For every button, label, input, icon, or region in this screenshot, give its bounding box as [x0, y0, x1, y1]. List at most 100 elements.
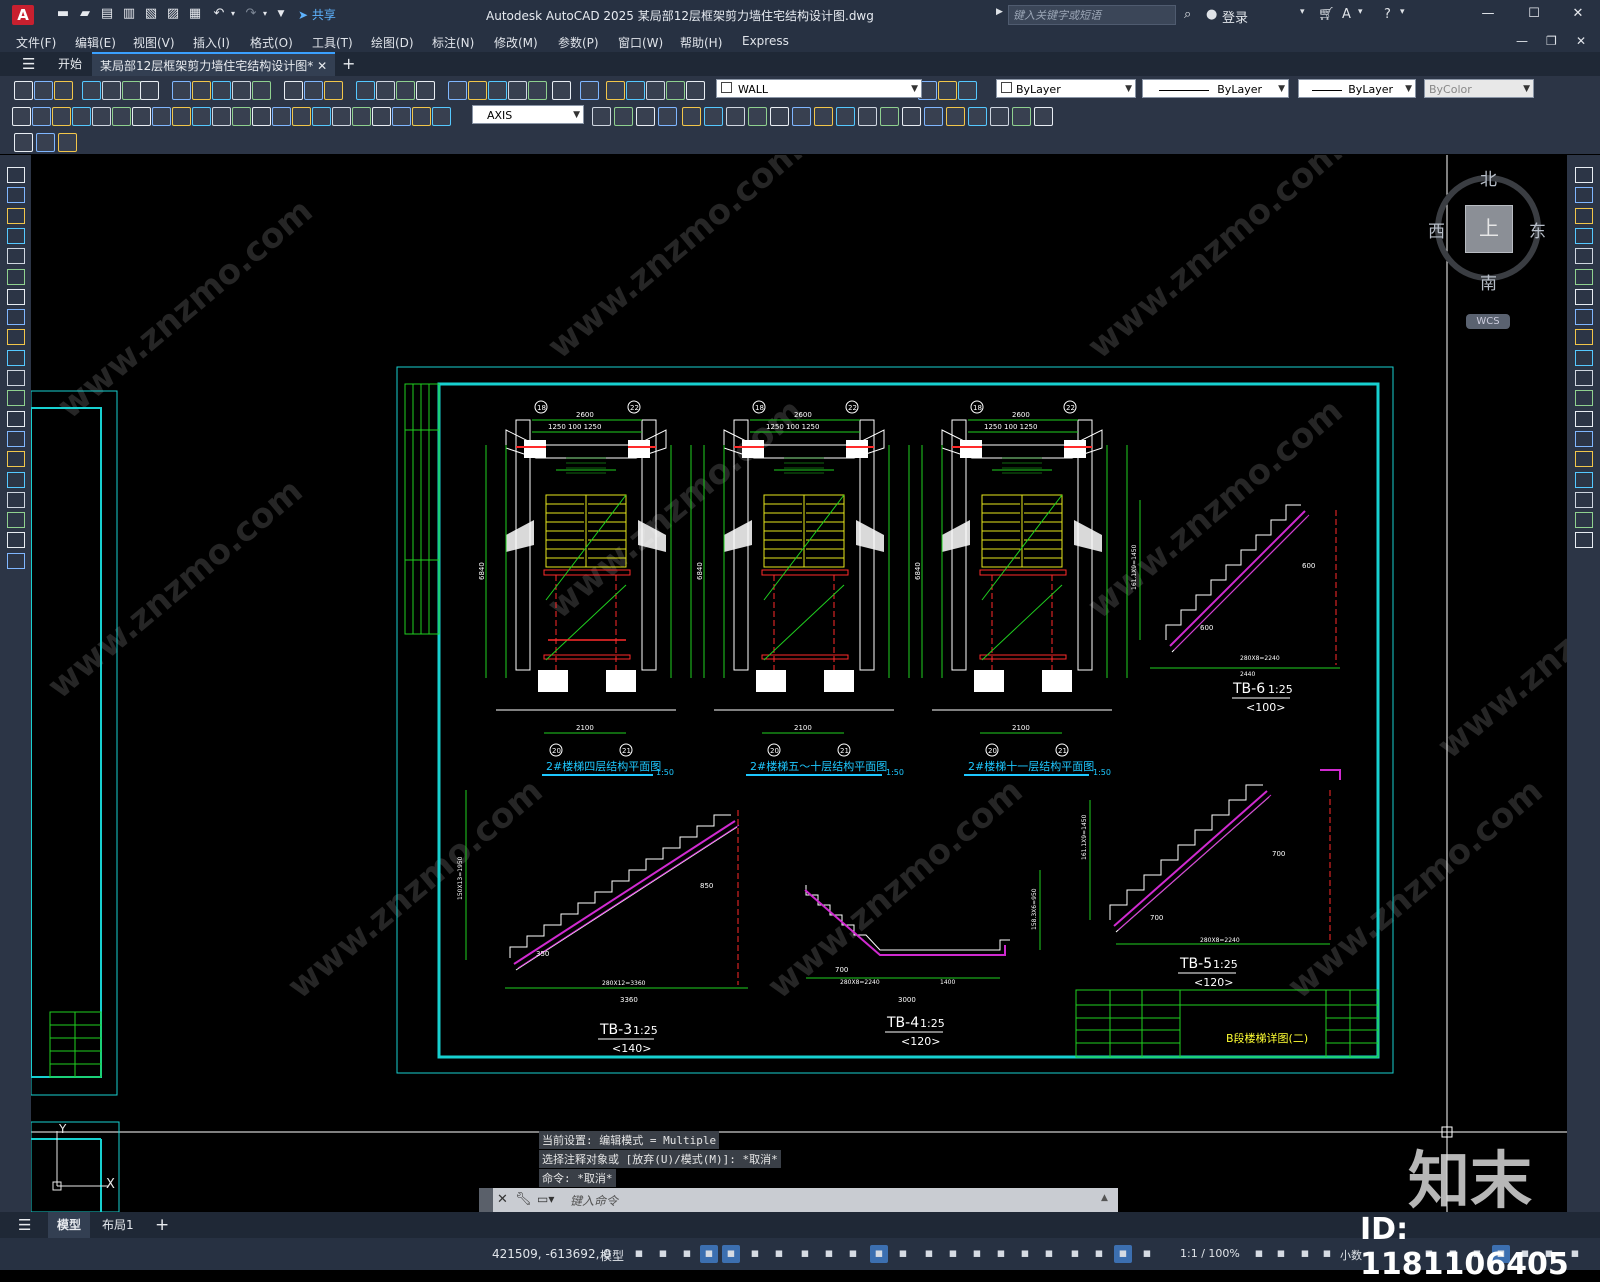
command-grip[interactable]	[479, 1188, 493, 1212]
new-file-icon[interactable]: ▬	[56, 7, 70, 21]
doc-close-icon[interactable]: ✕	[1576, 34, 1586, 48]
dimension-tool-5-icon[interactable]	[92, 107, 111, 126]
app-dropdown-icon[interactable]: ▾	[1358, 7, 1363, 17]
draw-tool-12-icon[interactable]	[7, 390, 25, 407]
standard-tool-16-icon[interactable]	[356, 81, 375, 100]
standard-tool-19-icon[interactable]	[416, 81, 435, 100]
dimension-tool-35-icon[interactable]	[858, 107, 877, 126]
dimension-tool-27-icon[interactable]	[682, 107, 701, 126]
draw-tool-15-icon[interactable]	[7, 451, 25, 468]
status-toggle-9-icon[interactable]: ▪	[820, 1245, 838, 1263]
status-toggle-8-icon[interactable]: ▪	[796, 1245, 814, 1263]
linetype-dropdown[interactable]: ByLayer ▼	[1142, 79, 1289, 98]
standard-tool-6-icon[interactable]	[122, 81, 141, 100]
model-space-button[interactable]: 模型	[600, 1247, 624, 1264]
search-input[interactable]: 键入关键字或短语	[1008, 5, 1176, 25]
dimension-tool-11-icon[interactable]	[212, 107, 231, 126]
autodesk-app-icon[interactable]: A	[1342, 7, 1351, 22]
standard-tool-11-icon[interactable]	[232, 81, 251, 100]
dimension-tool-12-icon[interactable]	[232, 107, 251, 126]
draw-tool-13-icon[interactable]	[7, 410, 25, 427]
modify-tool-11-icon[interactable]	[1575, 370, 1593, 386]
standard-tool-18-icon[interactable]	[396, 81, 415, 100]
help-icon[interactable]: ?	[1384, 7, 1391, 22]
menu-insert[interactable]: 插入(I)	[193, 34, 230, 51]
dimension-tool-18-icon[interactable]	[352, 107, 371, 126]
status-toggle-15-icon[interactable]: ▪	[968, 1245, 986, 1263]
menu-express[interactable]: Express	[742, 34, 789, 48]
menu-window[interactable]: 窗口(W)	[618, 34, 663, 51]
standard-tool-10-icon[interactable]	[212, 81, 231, 100]
status-toggle-5-icon[interactable]: ▪	[722, 1245, 740, 1263]
dimension-tool-40-icon[interactable]	[968, 107, 987, 126]
menu-dimension[interactable]: 标注(N)	[432, 34, 474, 51]
dimension-tool-37-icon[interactable]	[902, 107, 921, 126]
drawing-canvas[interactable]: www.znzmo.com www.znzmo.com www.znzmo.com w…	[31, 155, 1567, 1218]
doc-restore-icon[interactable]: ❐	[1546, 34, 1557, 48]
annotation-scale[interactable]: 1:1 / 100%	[1180, 1247, 1240, 1260]
draw-tool-1-icon[interactable]	[7, 167, 25, 183]
standard-tool-33-icon[interactable]	[938, 81, 957, 100]
redo-dropdown-icon[interactable]: ▾	[258, 7, 272, 21]
doc-minimize-icon[interactable]: —	[1516, 34, 1528, 48]
standard-tool-13-icon[interactable]	[284, 81, 303, 100]
modify-tool-15-icon[interactable]	[1575, 451, 1593, 468]
standard-tool-24-icon[interactable]	[528, 81, 547, 100]
modify-tool-2-icon[interactable]	[1575, 187, 1593, 204]
dimension-tool-19-icon[interactable]	[372, 107, 391, 126]
dimension-tool-22-icon[interactable]	[432, 107, 451, 126]
modify-tool-9-icon[interactable]	[1575, 329, 1593, 346]
draw-tool-7-icon[interactable]	[7, 288, 25, 305]
draw-tool-14-icon[interactable]	[7, 430, 25, 447]
command-input[interactable]: 键入命令	[570, 1192, 618, 1209]
status-toggle-4-icon[interactable]: ▪	[700, 1245, 718, 1263]
standard-tool-4-icon[interactable]	[82, 81, 101, 100]
save-web-icon[interactable]: ▨	[166, 7, 180, 21]
draw-tool-16-icon[interactable]	[7, 471, 25, 488]
dimension-tool-9-icon[interactable]	[172, 107, 191, 126]
open-web-icon[interactable]: ▧	[144, 7, 158, 21]
minimize-window-icon[interactable]: —	[1478, 6, 1498, 21]
modify-tool-16-icon[interactable]	[1575, 471, 1593, 488]
undo-icon[interactable]: ↶	[212, 7, 226, 21]
draw-tool-20-icon[interactable]	[7, 552, 25, 569]
standard-tool-27-icon[interactable]	[606, 81, 625, 100]
login-dropdown-icon[interactable]: ▾	[1300, 7, 1305, 17]
menu-modify[interactable]: 修改(M)	[494, 34, 538, 51]
lineweight-dropdown[interactable]: ByLayer ▼	[1298, 79, 1416, 98]
standard-tool-3-icon[interactable]	[54, 81, 73, 100]
dimension-tool-1-icon[interactable]	[12, 107, 31, 126]
modify-tool-6-icon[interactable]	[1575, 268, 1593, 285]
standard-tool-1-icon[interactable]	[14, 81, 33, 100]
dimension-tool-41-icon[interactable]	[990, 107, 1009, 126]
standard-tool-30-icon[interactable]	[666, 81, 685, 100]
add-layout-icon[interactable]: +	[155, 1212, 169, 1238]
dimension-tool-3-icon[interactable]	[52, 107, 71, 126]
status-toggle-17-icon[interactable]: ▪	[1016, 1245, 1034, 1263]
dimension-tool-43-icon[interactable]	[1034, 107, 1053, 126]
standard-tool-29-icon[interactable]	[646, 81, 665, 100]
status-toggle-26-icon[interactable]: ▪	[1318, 1245, 1336, 1263]
status-toggle-18-icon[interactable]: ▪	[1040, 1245, 1058, 1263]
menu-parametric[interactable]: 参数(P)	[558, 34, 599, 51]
status-toggle-19-icon[interactable]: ▪	[1066, 1245, 1084, 1263]
draw-tool-3-icon[interactable]	[7, 207, 25, 224]
close-command-icon[interactable]: ✕	[497, 1192, 508, 1207]
modify-tool-3-icon[interactable]	[1575, 207, 1593, 224]
plot-icon[interactable]: ▦	[188, 7, 202, 21]
command-line[interactable]: ✕ 🔧︎ ▭▾ 键入命令 ▲	[479, 1188, 1118, 1212]
search-icon[interactable]: ⌕	[1184, 7, 1191, 22]
menu-edit[interactable]: 编辑(E)	[75, 34, 116, 51]
layout-menu-icon[interactable]: ☰	[18, 1212, 31, 1238]
dimension-tool-15-icon[interactable]	[292, 107, 311, 126]
extra-tool-3-icon[interactable]	[58, 133, 77, 152]
menu-file[interactable]: 文件(F)	[16, 34, 56, 51]
maximize-window-icon[interactable]: ☐	[1524, 6, 1544, 21]
standard-tool-20-icon[interactable]	[448, 81, 467, 100]
coordinate-readout[interactable]: 421509, -613692, 0	[492, 1247, 611, 1261]
hamburger-menu-icon[interactable]: ☰	[14, 52, 43, 76]
standard-tool-8-icon[interactable]	[172, 81, 191, 100]
modify-tool-10-icon[interactable]	[1575, 349, 1593, 366]
draw-tool-4-icon[interactable]	[7, 227, 25, 244]
tab-model[interactable]: 模型	[48, 1212, 90, 1238]
